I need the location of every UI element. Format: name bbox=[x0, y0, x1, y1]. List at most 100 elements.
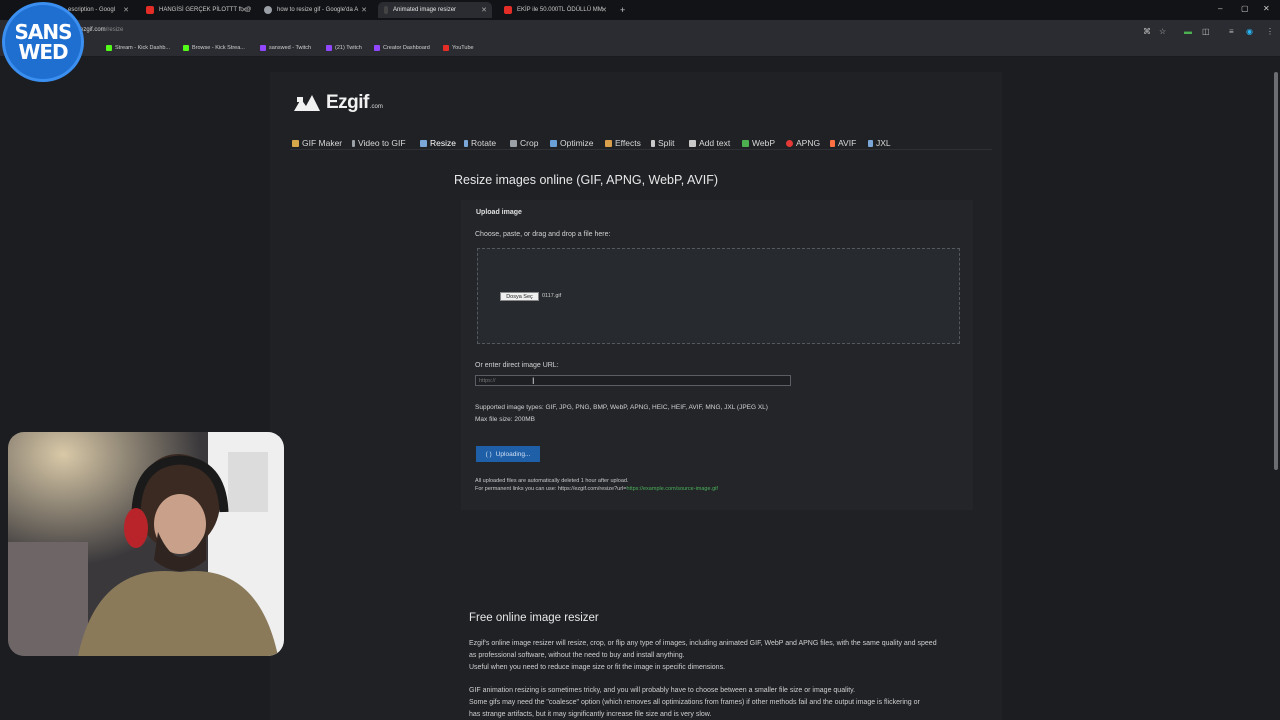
bookmark-label: (21) Twitch bbox=[335, 45, 362, 51]
minimize-icon[interactable]: – bbox=[1218, 4, 1222, 13]
upload-heading: Upload image bbox=[476, 209, 522, 216]
paragraph-line: GIF animation resizing is sometimes tric… bbox=[469, 687, 856, 694]
url-path: /resize bbox=[105, 27, 124, 33]
text-cursor-icon: I bbox=[532, 376, 535, 386]
upload-panel bbox=[461, 200, 973, 510]
nav-add-text[interactable]: Add text bbox=[689, 138, 730, 148]
menu-icon[interactable]: ⋮ bbox=[1266, 27, 1274, 36]
bookmark-item[interactable]: Stream - Kick Dashb... bbox=[106, 45, 170, 51]
video-icon bbox=[352, 139, 355, 147]
star-icon[interactable]: ☆ bbox=[1159, 27, 1166, 36]
youtube-icon bbox=[443, 45, 449, 51]
window-close-icon[interactable]: ✕ bbox=[1263, 4, 1270, 13]
crop-icon bbox=[510, 139, 517, 147]
jxl-icon bbox=[868, 139, 873, 147]
nav-rotate[interactable]: Rotate bbox=[464, 138, 496, 148]
paragraph-line: Ezgif's online image resizer will resize… bbox=[469, 640, 937, 647]
google-icon bbox=[264, 6, 272, 14]
plus-icon: + bbox=[620, 5, 626, 15]
tab-2[interactable]: HANGİSİ GERÇEK PİLOTTT ft. @ ✕ bbox=[140, 2, 252, 18]
auto-delete-note: All uploaded files are automatically del… bbox=[475, 478, 629, 484]
nav-label: GIF Maker bbox=[302, 138, 343, 148]
nav-label: Rotate bbox=[471, 138, 497, 148]
permanent-links-note: For permanent links you can use: https:/… bbox=[475, 486, 718, 492]
bookmark-label: Creator Dashboard bbox=[383, 45, 430, 51]
upload-button-label: Uploading... bbox=[495, 450, 531, 458]
close-icon[interactable]: ✕ bbox=[361, 6, 367, 14]
translate-icon[interactable]: ⌘ bbox=[1143, 27, 1151, 36]
youtube-icon bbox=[146, 6, 154, 14]
nav-label: Optimize bbox=[560, 138, 594, 148]
bookmark-label: Stream - Kick Dashb... bbox=[115, 45, 171, 51]
profile-icon[interactable]: ◉ bbox=[1246, 27, 1253, 36]
url-label: Or enter direct image URL: bbox=[475, 362, 559, 369]
upload-button[interactable]: ( ) Uploading... bbox=[476, 446, 540, 462]
channel-badge: SANS WED bbox=[2, 2, 84, 82]
bookmark-item[interactable]: YouTube bbox=[443, 45, 474, 51]
nav-effects[interactable]: Effects bbox=[605, 138, 641, 148]
twitch-icon bbox=[326, 45, 332, 51]
nav-crop[interactable]: Crop bbox=[510, 138, 538, 148]
nav-jxl[interactable]: JXL bbox=[868, 138, 891, 148]
ezgif-logo[interactable]: Ezgif .com bbox=[292, 92, 383, 114]
kick-icon bbox=[183, 45, 189, 51]
nav-label: Resize bbox=[430, 138, 456, 148]
image-url-input[interactable] bbox=[475, 375, 791, 386]
maximize-icon[interactable]: ▢ bbox=[1241, 4, 1249, 13]
bookmark-label: YouTube bbox=[452, 45, 474, 51]
extensions-icon[interactable]: ◫ bbox=[1202, 27, 1210, 36]
nav-resize[interactable]: Resize bbox=[420, 138, 456, 148]
resize-icon bbox=[420, 139, 427, 147]
extension-icon[interactable]: ▬ bbox=[1184, 27, 1192, 36]
bookmark-item[interactable]: Creator Dashboard bbox=[374, 45, 430, 51]
close-icon[interactable]: ✕ bbox=[481, 6, 487, 14]
bookmark-item[interactable]: (21) Twitch bbox=[326, 45, 362, 51]
tab-search-icon[interactable] bbox=[8, 2, 10, 18]
tab-4-active[interactable]: Animated image resizer ✕ bbox=[378, 2, 492, 18]
nav-label: APNG bbox=[796, 138, 821, 148]
nav-optimize[interactable]: Optimize bbox=[550, 138, 594, 148]
new-tab-button[interactable]: + bbox=[614, 2, 630, 18]
url-domain: ezgif.com bbox=[80, 27, 106, 33]
choose-file-button[interactable]: Dosya Seç bbox=[500, 292, 539, 301]
rotate-icon bbox=[464, 139, 468, 147]
media-icon[interactable]: ≡ bbox=[1229, 27, 1234, 36]
scrollbar-thumb[interactable] bbox=[1274, 72, 1278, 470]
webcam-overlay bbox=[8, 432, 284, 656]
twitch-icon bbox=[374, 45, 380, 51]
kick-icon bbox=[106, 45, 112, 51]
webp-icon bbox=[742, 139, 749, 147]
nav-webp[interactable]: WebP bbox=[742, 138, 775, 148]
close-icon[interactable]: ✕ bbox=[123, 6, 129, 14]
nav-avif[interactable]: AVIF bbox=[830, 138, 856, 148]
max-file-size: Max file size: 200MB bbox=[475, 416, 535, 423]
logo-icon bbox=[292, 93, 322, 113]
nav-split[interactable]: Split bbox=[651, 138, 675, 148]
url-field[interactable]: ezgif.com/resize bbox=[80, 27, 123, 33]
section-heading: Free online image resizer bbox=[469, 612, 599, 624]
bookmark-label: Browse - Kick Strea... bbox=[192, 45, 245, 51]
paragraph-line: as professional software, without the ne… bbox=[469, 652, 685, 659]
paragraph-line: Useful when you need to reduce image siz… bbox=[469, 664, 726, 671]
bookmark-item[interactable]: sanswed - Twitch bbox=[260, 45, 311, 51]
nav-label: Video to GIF bbox=[358, 138, 406, 148]
bookmark-label: sanswed - Twitch bbox=[269, 45, 312, 51]
page-title: Resize images online (GIF, APNG, WebP, A… bbox=[454, 173, 718, 187]
paragraph-line: has strange artifacts, but it may signif… bbox=[469, 711, 712, 718]
logo-domain: .com bbox=[369, 104, 383, 110]
tab-3[interactable]: how to resize gif - Google'da A ✕ bbox=[258, 2, 372, 18]
nav-apng[interactable]: APNG bbox=[786, 138, 820, 148]
tab-title: EKİP ile 50.000TL ÖDÜLLÜ MM bbox=[517, 7, 603, 13]
example-link[interactable]: https://example.com/source-image.gif bbox=[626, 486, 717, 492]
bookmark-item[interactable]: Browse - Kick Strea... bbox=[183, 45, 245, 51]
tab-title: how to resize gif - Google'da A bbox=[277, 7, 359, 13]
tab-5[interactable]: EKİP ile 50.000TL ÖDÜLLÜ MM ✕ bbox=[498, 2, 612, 18]
nav-gif-maker[interactable]: GIF Maker bbox=[292, 138, 342, 148]
close-icon[interactable]: ✕ bbox=[241, 6, 247, 14]
youtube-icon bbox=[504, 6, 512, 14]
tab-title: HANGİSİ GERÇEK PİLOTTT ft. @ bbox=[159, 7, 252, 13]
nav-video-to-gif[interactable]: Video to GIF bbox=[352, 138, 406, 148]
avif-icon bbox=[830, 139, 835, 147]
nav-label: Split bbox=[658, 138, 675, 148]
close-icon[interactable]: ✕ bbox=[601, 6, 607, 14]
